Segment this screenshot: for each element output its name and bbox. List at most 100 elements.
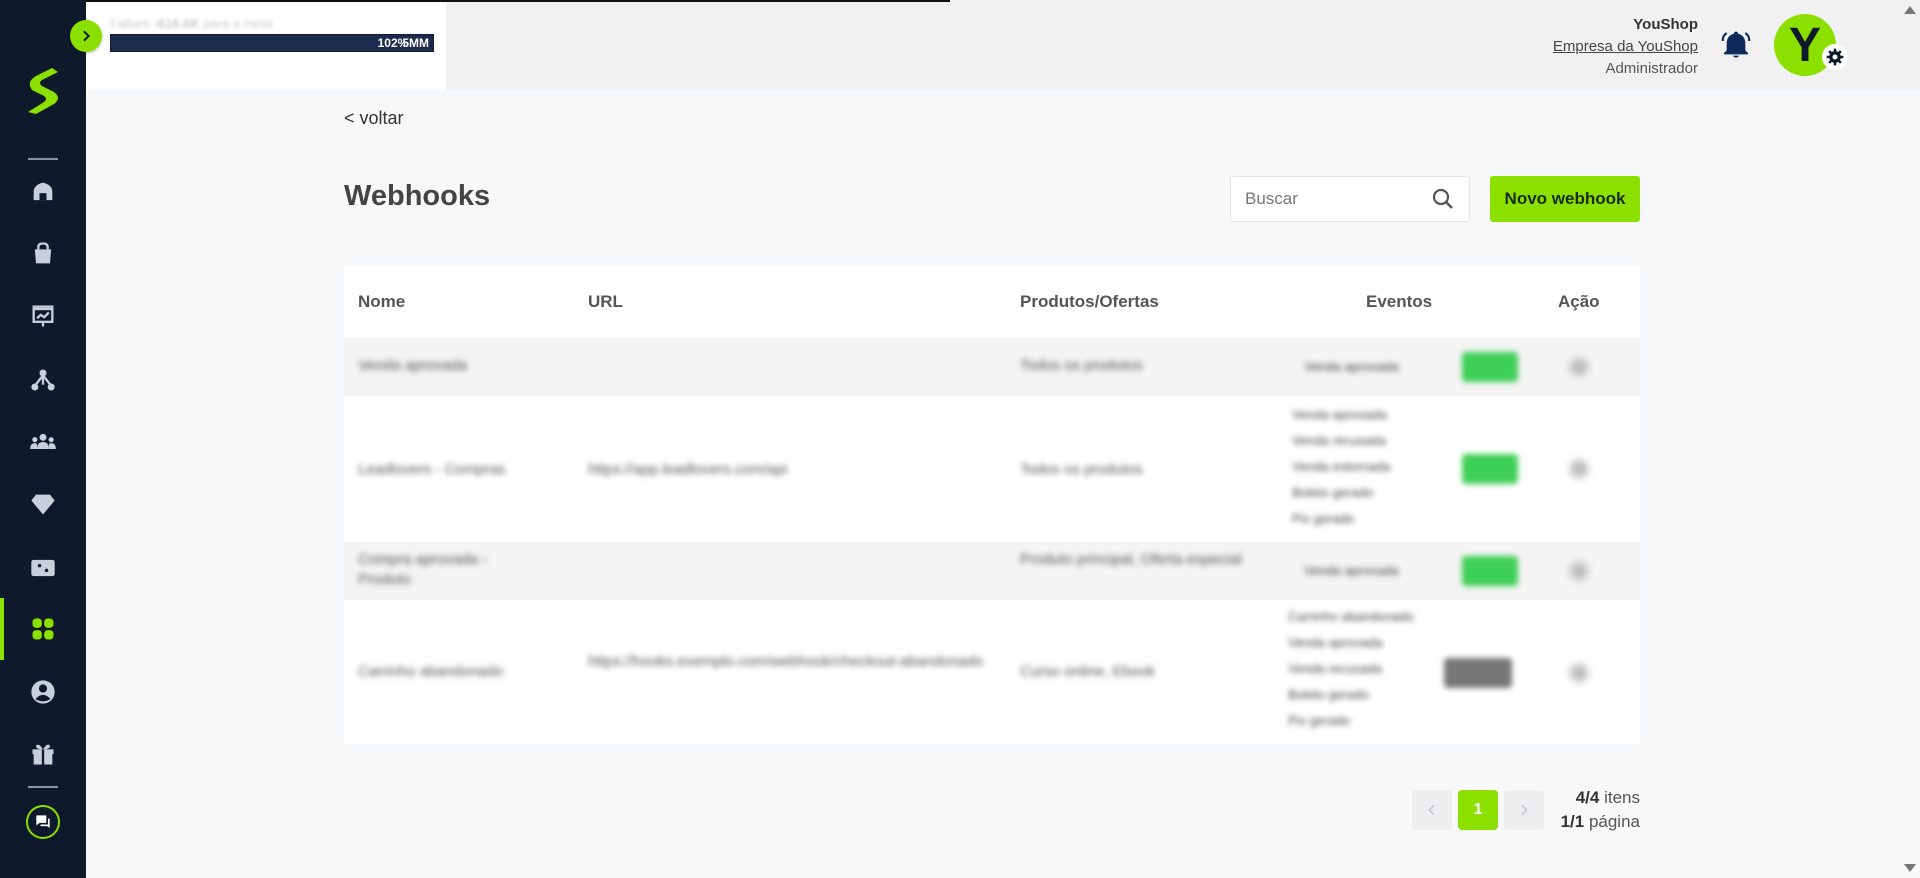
event-item: Boleto gerado — [1288, 687, 1369, 702]
back-link[interactable]: < voltar — [344, 108, 404, 129]
sidebar-item-affiliates[interactable] — [0, 356, 86, 404]
brand-s-logo-icon[interactable] — [22, 66, 64, 116]
event-item: Venda aprovada — [1292, 407, 1387, 422]
webhook-events: Venda aprovada — [1304, 558, 1399, 584]
user-name: YouShop — [1633, 16, 1698, 33]
chevron-right-icon — [1521, 804, 1528, 816]
ticket-icon — [31, 559, 55, 577]
row-action-menu-icon[interactable] — [1570, 664, 1588, 682]
company-link[interactable]: Empresa da YouShop — [1553, 36, 1698, 58]
webhook-status-toggle[interactable] — [1462, 352, 1518, 382]
account-icon — [31, 680, 55, 704]
gear-icon[interactable] — [1822, 44, 1848, 70]
webhook-events: Venda aprovada Venda recusada Venda esto… — [1292, 402, 1390, 532]
goal-suffix: para a meta — [203, 16, 273, 31]
user-role: Administrador — [1605, 60, 1698, 77]
webhook-name: Venda aprovada — [358, 357, 468, 374]
gift-icon — [32, 744, 54, 765]
table-row[interactable]: Leadlovers - Compras https://app.leadlov… — [344, 396, 1640, 542]
webhook-name: Carrinho abandonado — [358, 663, 504, 680]
chevron-left-icon — [1428, 804, 1435, 816]
users-icon — [30, 433, 56, 449]
row-action-menu-icon[interactable] — [1570, 562, 1588, 580]
event-item: Venda aprovada — [1304, 563, 1399, 578]
webhook-name: Compra aprovada - Produto — [358, 551, 488, 588]
webhook-url: https://hooks.exemplo.com/webhook/checko… — [588, 653, 984, 670]
home-icon — [33, 182, 53, 201]
webhook-status-toggle[interactable] — [1444, 658, 1512, 688]
goal-prefix: Faltam — [110, 16, 150, 31]
apps-grid-icon — [32, 618, 54, 640]
diamond-icon — [31, 494, 55, 515]
pagination-next-button[interactable] — [1504, 790, 1544, 830]
table-row[interactable]: Compra aprovada - Produto Produto princi… — [344, 542, 1640, 600]
affiliates-network-icon — [31, 369, 55, 391]
webhook-products: Curso online, Ebook — [1020, 663, 1156, 680]
search-box[interactable] — [1230, 176, 1470, 222]
column-header-url[interactable]: URL — [588, 292, 623, 312]
presentation-chart-icon — [32, 305, 54, 327]
webhook-products: Todos os produtos — [1020, 357, 1143, 374]
avatar-letter: Y — [1788, 18, 1821, 72]
event-item: Venda recusada — [1288, 661, 1382, 676]
webhook-products: Todos os produtos — [1020, 461, 1143, 478]
sidebar — [0, 0, 86, 878]
table-row[interactable]: Venda aprovada Todos os produtos Venda a… — [344, 338, 1640, 396]
webhook-status-toggle[interactable] — [1462, 454, 1518, 484]
sidebar-item-plans[interactable] — [0, 480, 86, 528]
table-row[interactable]: Carrinho abandonado https://hooks.exempl… — [344, 600, 1640, 744]
pages-count: 1/1 — [1560, 812, 1585, 831]
scrollbar-up-arrow[interactable] — [1904, 6, 1916, 14]
event-item: Boleto gerado — [1292, 485, 1373, 500]
column-header-action: Ação — [1558, 292, 1600, 311]
sidebar-item-members[interactable] — [0, 418, 86, 466]
webhook-products: Produto principal, Oferta especial — [1020, 551, 1242, 568]
sidebar-divider — [28, 158, 58, 160]
column-header-events[interactable]: Eventos — [1366, 292, 1432, 312]
event-item: Venda aprovada — [1288, 635, 1383, 650]
event-item: Venda aprovada — [1304, 359, 1399, 374]
user-info: YouShop Empresa da YouShop Administrador — [1553, 14, 1698, 80]
shopping-bag-icon — [34, 242, 52, 264]
goal-amount: -616.6K — [153, 16, 200, 31]
bell-icon[interactable] — [1720, 28, 1752, 62]
goal-progress-bar: 102% 5MM — [110, 34, 434, 52]
sidebar-item-reports[interactable] — [0, 292, 86, 340]
webhooks-table: Nome URL Produtos/Ofertas Eventos Ação V… — [344, 266, 1640, 744]
row-action-menu-icon[interactable] — [1570, 358, 1588, 376]
search-input[interactable] — [1245, 177, 1425, 221]
pagination-prev-button[interactable] — [1412, 790, 1452, 830]
event-item: Pix gerado — [1288, 713, 1351, 728]
search-icon[interactable] — [1431, 187, 1455, 211]
sidebar-item-coupons[interactable] — [0, 544, 86, 592]
column-header-name[interactable]: Nome — [358, 292, 405, 312]
goal-remaining-text: Faltam -616.6K para a meta — [110, 16, 273, 31]
event-item: Pix gerado — [1292, 511, 1355, 526]
event-item: Carrinho abandonado — [1288, 609, 1414, 624]
items-label: itens — [1604, 788, 1640, 807]
sidebar-item-sales[interactable] — [0, 230, 86, 278]
sidebar-item-account[interactable] — [0, 668, 86, 716]
page-title: Webhooks — [344, 180, 491, 212]
sidebar-expand-toggle[interactable] — [70, 20, 102, 52]
row-action-menu-icon[interactable] — [1570, 460, 1588, 478]
new-webhook-button[interactable]: Novo webhook — [1490, 176, 1640, 222]
goal-target: 5MM — [402, 36, 429, 50]
items-count: 4/4 — [1575, 788, 1600, 807]
sidebar-item-rewards[interactable] — [0, 730, 86, 778]
chat-button[interactable] — [26, 805, 60, 839]
pagination-page-button[interactable]: 1 — [1458, 790, 1498, 830]
sidebar-item-home[interactable] — [0, 168, 86, 216]
event-item: Venda recusada — [1292, 433, 1386, 448]
pagination-info: 4/4 itens 1/1 página — [1561, 786, 1640, 834]
webhook-status-toggle[interactable] — [1462, 556, 1518, 586]
scrollbar-down-arrow[interactable] — [1904, 864, 1916, 872]
sidebar-item-apps[interactable] — [0, 598, 86, 660]
column-header-products[interactable]: Produtos/Ofertas — [1020, 292, 1159, 312]
pages-label: página — [1588, 812, 1640, 831]
event-item: Venda estornada — [1292, 459, 1391, 474]
webhook-url: https://app.leadlovers.com/api — [588, 461, 788, 478]
webhook-events: Carrinho abandonado Venda aprovada Venda… — [1288, 604, 1414, 734]
sales-goal-widget[interactable]: Faltam -616.6K para a meta 102% 5MM — [86, 2, 446, 90]
chat-icon — [36, 815, 50, 828]
